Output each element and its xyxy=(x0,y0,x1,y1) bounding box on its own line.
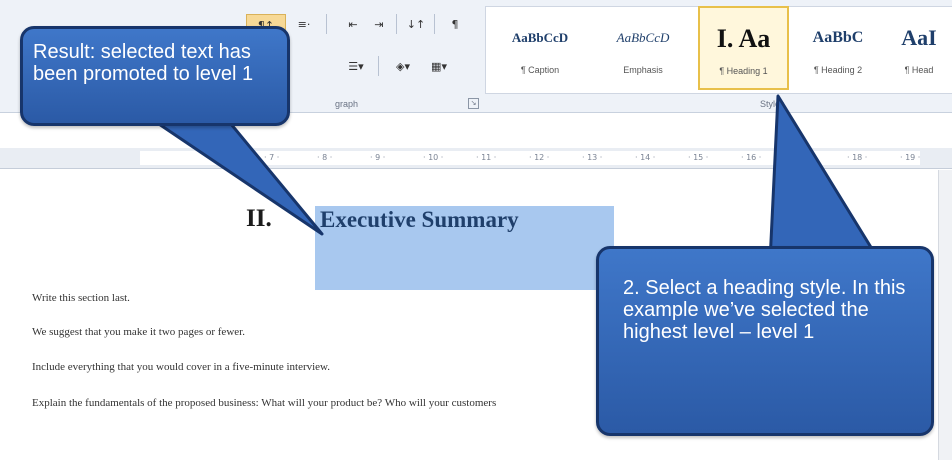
result-callout: Result: selected text has been promoted … xyxy=(20,26,290,126)
step2-callout: 2. Select a heading style. In this examp… xyxy=(596,246,934,436)
result-callout-tail xyxy=(148,116,324,236)
step2-callout-tail xyxy=(768,94,882,264)
